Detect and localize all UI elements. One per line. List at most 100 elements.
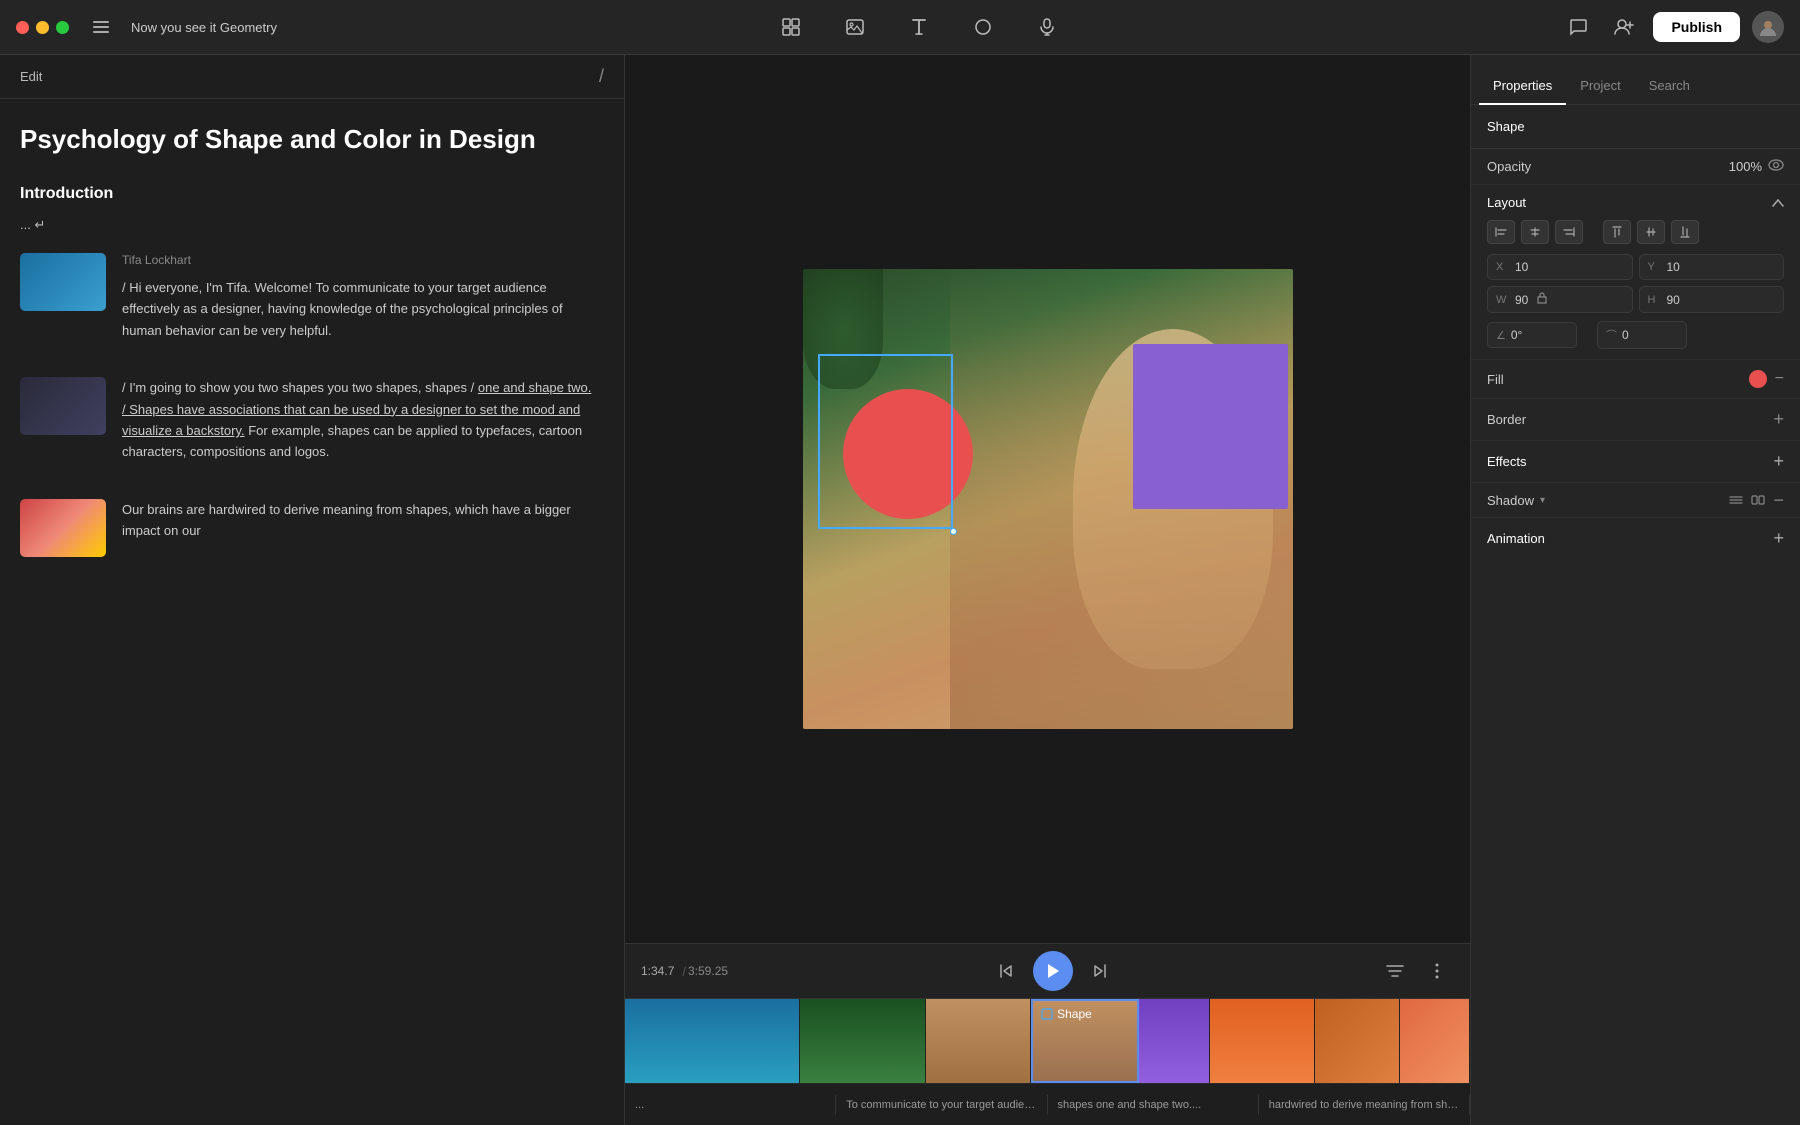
text-block-2: / I'm going to show you two shapes you t… (122, 377, 594, 479)
film-thumb-shape[interactable]: Shape (1031, 999, 1139, 1083)
divider-slash: / (599, 66, 604, 87)
film-thumb-6[interactable] (1315, 999, 1399, 1083)
fill-color-swatch[interactable] (1749, 370, 1767, 388)
shadow-adjust-icon[interactable] (1729, 495, 1743, 505)
avatar[interactable] (1752, 11, 1784, 43)
border-add-button[interactable]: + (1773, 409, 1784, 430)
text-block-3: Our brains are hardwired to derive meani… (122, 499, 594, 558)
align-left-btn[interactable] (1487, 220, 1515, 244)
animation-label: Animation (1487, 531, 1545, 546)
caption-3[interactable]: shapes one and shape two.... (1048, 1095, 1259, 1115)
x-value: 10 (1515, 260, 1528, 274)
play-button[interactable] (1033, 951, 1073, 991)
chat-icon[interactable] (1561, 10, 1595, 44)
effects-label: Effects (1487, 454, 1527, 469)
film-thumb-2[interactable] (800, 999, 926, 1083)
timeline-sort-icon[interactable] (1378, 954, 1412, 988)
h-value: 90 (1667, 293, 1680, 307)
fullscreen-button[interactable] (56, 21, 69, 34)
effects-row: Effects + (1471, 441, 1800, 483)
time-separator: / (682, 964, 686, 979)
x-field[interactable]: X 10 (1487, 254, 1633, 280)
border-label: Border (1487, 412, 1526, 427)
angle-field[interactable]: ∠ 0° (1487, 322, 1577, 348)
align-bottom-btn[interactable] (1671, 220, 1699, 244)
fill-remove-button[interactable]: − (1775, 370, 1784, 388)
para-3: Our brains are hardwired to derive meani… (122, 499, 594, 542)
minimize-button[interactable] (36, 21, 49, 34)
effects-add-button[interactable]: + (1773, 451, 1784, 472)
y-field[interactable]: Y 10 (1639, 254, 1785, 280)
alignment-controls (1487, 220, 1784, 244)
tab-project[interactable]: Project (1566, 68, 1634, 105)
caption-1[interactable]: ... (625, 1095, 836, 1115)
corner-symbol: ⌒ (1606, 327, 1617, 343)
para-2: / I'm going to show you two shapes you t… (122, 377, 594, 463)
film-thumb-3[interactable] (926, 999, 1031, 1083)
opacity-value: 100% (1729, 159, 1784, 174)
current-time: 1:34.7 (641, 964, 674, 978)
topbar-right: Publish (1561, 10, 1784, 44)
shadow-caret[interactable]: ▾ (1540, 495, 1545, 506)
film-thumb-1[interactable] (625, 999, 800, 1083)
timeline-more-icon[interactable] (1420, 954, 1454, 988)
align-right-btn[interactable] (1555, 220, 1583, 244)
skip-back-button[interactable] (989, 954, 1023, 988)
captions-bar: ... To communicate to your target audien… (625, 1083, 1470, 1125)
filmstrip[interactable]: Shape (625, 998, 1470, 1083)
edit-label: Edit (20, 69, 42, 84)
video-preview[interactable] (803, 269, 1293, 729)
chevron-up-icon[interactable] (1772, 195, 1784, 210)
caption-2[interactable]: To communicate to your target audience..… (836, 1095, 1047, 1115)
align-middle-btn[interactable] (1637, 220, 1665, 244)
layout-label: Layout (1487, 195, 1526, 210)
shadow-left: Shadow ▾ (1487, 493, 1545, 508)
align-center-btn[interactable] (1521, 220, 1549, 244)
align-top-btn[interactable] (1603, 220, 1631, 244)
shape-section: Shape (1471, 105, 1800, 149)
publish-button[interactable]: Publish (1653, 12, 1740, 42)
selection-handle[interactable] (950, 528, 957, 535)
shadow-preset-icon[interactable] (1751, 495, 1765, 505)
tab-properties[interactable]: Properties (1479, 68, 1566, 105)
close-button[interactable] (16, 21, 29, 34)
w-label: W (1496, 294, 1510, 306)
film-thumb-7[interactable] (1400, 999, 1471, 1083)
caption-4[interactable]: hardwired to derive meaning from shapes,… (1259, 1095, 1470, 1115)
user-plus-icon[interactable] (1607, 10, 1641, 44)
corner-field[interactable]: ⌒ 0 (1597, 321, 1687, 349)
xywh-grid: X 10 Y 10 W 90 H (1487, 254, 1784, 313)
w-value: 90 (1515, 293, 1528, 307)
film-thumb-4[interactable] (1139, 999, 1210, 1083)
shape-purple[interactable] (1133, 344, 1288, 509)
shape-tool[interactable] (965, 9, 1001, 45)
film-thumb-5[interactable] (1210, 999, 1315, 1083)
layout-section: Layout (1471, 185, 1800, 360)
main-area: Edit / Psychology of Shape and Color in … (0, 55, 1800, 1125)
animation-add-button[interactable]: + (1773, 528, 1784, 549)
left-panel-content[interactable]: Psychology of Shape and Color in Design … (0, 99, 624, 1125)
text-tool[interactable] (901, 9, 937, 45)
w-field[interactable]: W 90 (1487, 286, 1633, 313)
thumbnail-2 (20, 377, 106, 435)
timeline-area: 1:34.7 / 3:59.25 (625, 943, 1470, 998)
mic-tool[interactable] (1029, 9, 1065, 45)
angle-row: ∠ 0° ⌒ 0 (1487, 321, 1784, 349)
grid-tool[interactable] (773, 9, 809, 45)
image-tool[interactable] (837, 9, 873, 45)
menu-icon[interactable] (87, 13, 115, 41)
shadow-remove-button[interactable]: − (1773, 491, 1784, 509)
section-title: Introduction (20, 185, 594, 203)
traffic-lights (16, 21, 69, 34)
fill-label: Fill (1487, 372, 1504, 387)
content-row-2: / I'm going to show you two shapes you t… (20, 377, 594, 479)
tab-search[interactable]: Search (1635, 68, 1704, 105)
eye-icon[interactable] (1768, 159, 1784, 174)
underline-text: one and shape two. / Shapes have associa… (122, 380, 591, 438)
y-label: Y (1648, 261, 1662, 273)
text-block-1: Tifa Lockhart / Hi everyone, I'm Tifa. W… (122, 253, 594, 357)
h-field[interactable]: H 90 (1639, 286, 1785, 313)
skip-forward-button[interactable] (1083, 954, 1117, 988)
link-icon[interactable] (1537, 292, 1547, 307)
selection-box (818, 354, 953, 529)
